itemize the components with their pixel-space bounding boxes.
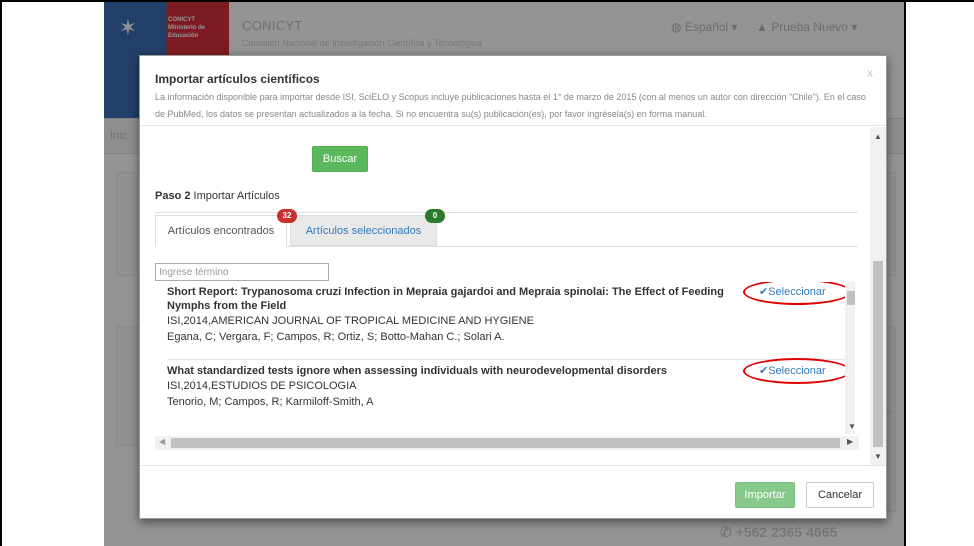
step-text: Importar Artículos <box>193 190 280 202</box>
arrow-down-icon[interactable]: ▼ <box>874 452 882 461</box>
cancel-button[interactable]: Cancelar <box>806 482 874 508</box>
arrow-left-icon[interactable]: ◀ <box>159 437 165 446</box>
modal-footer: Importar Cancelar <box>140 465 886 518</box>
arrow-up-icon[interactable]: ▲ <box>874 132 882 141</box>
article-source: ISI,2014,AMERICAN JOURNAL OF TROPICAL ME… <box>167 315 534 327</box>
article-authors: Egana, C; Vergara, F; Campos, R; Ortiz, … <box>167 331 505 343</box>
list-item: What standardized tests ignore when asse… <box>167 358 851 410</box>
article-title: What standardized tests ignore when asse… <box>167 365 667 377</box>
filter-term-input[interactable] <box>155 263 329 281</box>
import-button[interactable]: Importar <box>735 482 795 508</box>
step-heading: Paso 2 Importar Artículos <box>155 190 280 202</box>
arrow-right-icon[interactable]: ▶ <box>847 437 853 446</box>
highlight-ring <box>743 358 851 384</box>
close-icon[interactable]: x <box>863 66 877 80</box>
modal-title: Importar artículos científicos <box>155 72 320 86</box>
article-title: Short Report: Trypanosoma cruzi Infectio… <box>167 286 724 312</box>
found-count-badge: 32 <box>277 209 297 223</box>
results-list: Short Report: Trypanosoma cruzi Infectio… <box>155 282 855 434</box>
results-vertical-scrollbar[interactable]: ▼ <box>845 282 855 434</box>
article-source: ISI,2014,ESTUDIOS DE PSICOLOGIA <box>167 380 357 392</box>
modal-header: Importar artículos científicos La inform… <box>140 56 886 126</box>
modal-description: La información disponible para importar … <box>155 92 866 119</box>
frame-border-top <box>0 0 974 2</box>
scroll-thumb[interactable] <box>873 261 883 447</box>
scroll-thumb[interactable] <box>171 438 840 448</box>
divider <box>167 359 847 360</box>
results-horizontal-scrollbar[interactable]: ◀ ▶ <box>155 436 859 450</box>
tab-articles-selected[interactable]: Artículos seleccionados <box>290 215 437 246</box>
tab-articles-found[interactable]: Artículos encontrados <box>155 215 287 247</box>
search-button[interactable]: Buscar <box>312 146 368 172</box>
scroll-thumb[interactable] <box>847 291 855 305</box>
list-item: Short Report: Trypanosoma cruzi Infectio… <box>167 282 851 345</box>
step-label: Paso 2 <box>155 190 191 202</box>
frame-border-left <box>0 0 2 546</box>
arrow-down-icon[interactable]: ▼ <box>848 422 855 431</box>
selected-count-badge: 0 <box>425 209 445 223</box>
modal-body: Buscar Paso 2 Importar Artículos Artícul… <box>140 127 870 465</box>
import-articles-modal: Importar artículos científicos La inform… <box>139 55 887 519</box>
tab-label: Artículos encontrados <box>167 225 275 237</box>
frame-border-right <box>904 0 906 546</box>
highlight-ring <box>743 282 851 305</box>
screenshot-frame: ✶ CONICYT Ministerio de Educación CONICY… <box>0 0 974 546</box>
modal-vertical-scrollbar[interactable]: ▲ ▼ <box>870 127 886 465</box>
divider <box>155 212 858 213</box>
tab-label: Artículos seleccionados <box>305 225 422 237</box>
article-authors: Tenorio, M; Campos, R; Karmiloff-Smith, … <box>167 396 374 408</box>
